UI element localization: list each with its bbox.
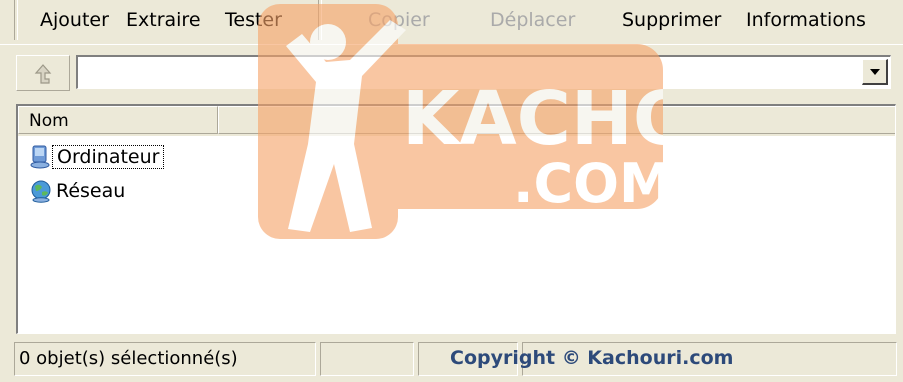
path-dropdown-button[interactable] bbox=[862, 59, 888, 85]
computer-icon bbox=[30, 145, 50, 169]
list-item-label: Réseau bbox=[56, 180, 126, 202]
copyright-text: Copyright © Kachouri.com bbox=[450, 347, 734, 369]
move-button[interactable]: Déplacer bbox=[490, 8, 575, 32]
list-header: Nom bbox=[18, 106, 895, 136]
column-header-name[interactable]: Nom bbox=[18, 106, 218, 134]
test-button[interactable]: Tester bbox=[225, 8, 282, 32]
column-header-empty bbox=[218, 106, 895, 134]
chevron-down-icon bbox=[869, 68, 880, 75]
up-folder-icon bbox=[34, 64, 52, 84]
extract-button[interactable]: Extraire bbox=[126, 8, 201, 32]
network-icon bbox=[31, 180, 51, 203]
file-list[interactable]: Nom Ordinateur Réseau bbox=[16, 104, 896, 334]
add-button[interactable]: Ajouter bbox=[40, 8, 109, 32]
path-combobox[interactable] bbox=[76, 55, 891, 89]
list-item-network[interactable]: Réseau bbox=[30, 176, 129, 206]
info-button[interactable]: Informations bbox=[746, 8, 866, 32]
path-input[interactable] bbox=[82, 61, 856, 85]
path-bar bbox=[0, 44, 903, 99]
toolbar-separator bbox=[318, 0, 322, 40]
status-bar: 0 objet(s) sélectionné(s) Copyright © Ka… bbox=[0, 336, 903, 382]
list-item-computer[interactable]: Ordinateur bbox=[30, 142, 165, 172]
up-folder-button[interactable] bbox=[16, 55, 70, 91]
delete-button[interactable]: Supprimer bbox=[622, 8, 721, 32]
toolbar-separator bbox=[14, 0, 18, 40]
toolbar: Ajouter Extraire Tester Copier Déplacer … bbox=[0, 0, 903, 44]
status-selection: 0 objet(s) sélectionné(s) bbox=[14, 342, 316, 376]
copy-button[interactable]: Copier bbox=[368, 8, 430, 32]
status-pane bbox=[320, 342, 414, 376]
list-item-label: Ordinateur bbox=[52, 145, 165, 169]
